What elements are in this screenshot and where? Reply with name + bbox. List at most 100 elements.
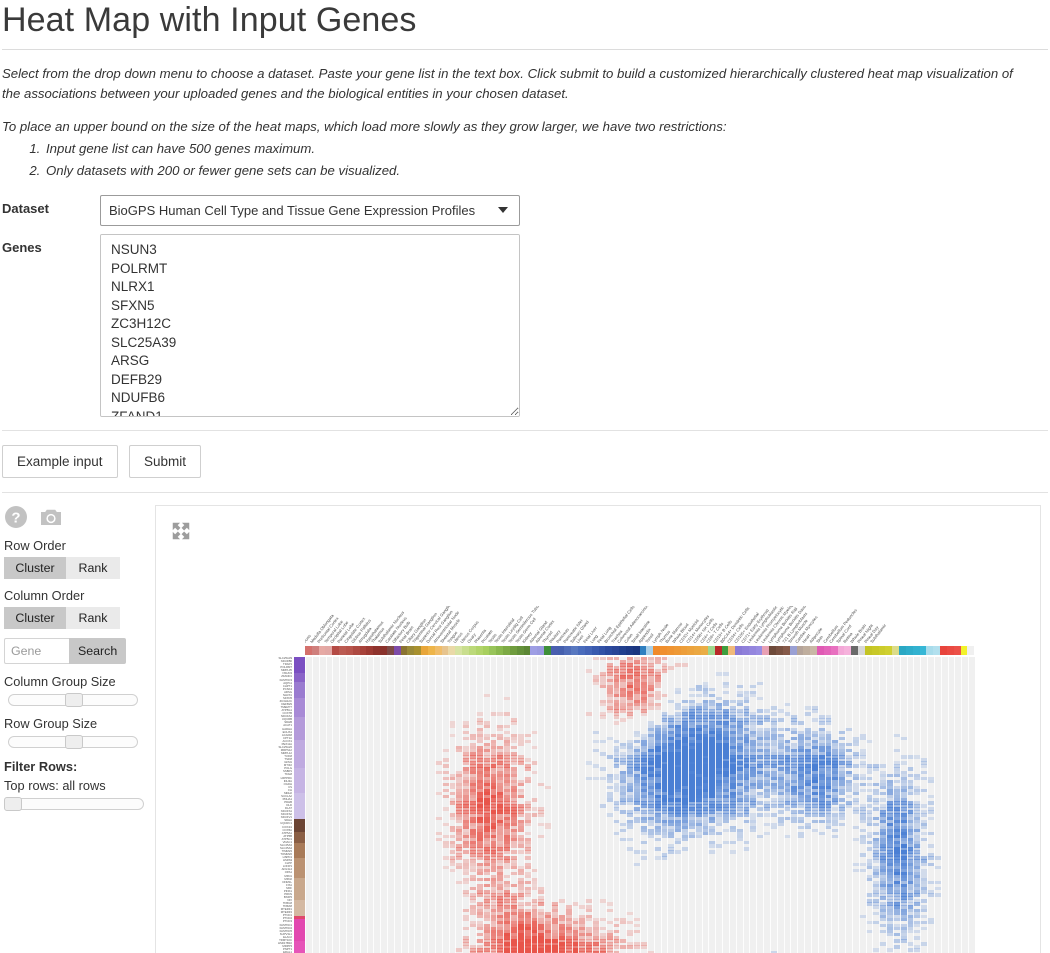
slider-knob[interactable] [65, 735, 83, 750]
column-group-size-slider[interactable] [8, 693, 138, 708]
column-group-swatch [714, 646, 722, 656]
slider-knob[interactable] [65, 693, 83, 708]
column-group-swatch [762, 646, 770, 656]
column-group-swatch [694, 646, 702, 656]
row-group-size-slider[interactable] [8, 735, 138, 750]
dataset-select[interactable]: BioGPS Human Cell Type and Tissue Gene E… [100, 195, 520, 227]
column-group-swatch [796, 646, 804, 656]
row-group-swatch [294, 657, 305, 673]
expand-arrows-icon[interactable] [170, 520, 192, 542]
row-order-label: Row Order [4, 538, 66, 554]
column-group-swatch [496, 646, 504, 656]
dataset-select-wrap: BioGPS Human Cell Type and Tissue Gene E… [100, 195, 520, 227]
column-group-swatch [421, 646, 428, 656]
genes-input[interactable] [100, 234, 520, 418]
column-group-swatch [687, 646, 695, 656]
search-button[interactable]: Search [69, 638, 127, 665]
row-group-swatch [294, 793, 305, 819]
column-group-swatch [735, 646, 742, 656]
filter-rows-label: Filter Rows: [4, 759, 78, 775]
column-group-swatch [345, 646, 353, 656]
row-group-swatch [294, 682, 305, 699]
button-row: Example input Submit [0, 431, 1050, 492]
column-group-swatch [646, 646, 654, 656]
column-group-swatch [810, 646, 818, 656]
gene-search-group: Search [4, 638, 150, 665]
camera-icon[interactable] [39, 505, 63, 529]
column-group-swatch [523, 646, 531, 656]
page-title: Heat Map with Input Genes [2, 1, 417, 39]
row-order-cluster-button[interactable]: Cluster [4, 557, 66, 580]
column-group-swatch [769, 646, 777, 656]
column-group-swatch [557, 646, 565, 656]
page-root: Heat Map with Input Genes Select from th… [0, 0, 1050, 953]
column-order-toggle: Cluster Rank [4, 607, 120, 630]
column-group-swatch [789, 646, 797, 656]
column-group-swatch [584, 646, 592, 656]
column-group-swatch [414, 646, 422, 656]
intro-paragraph: Select from the drop down menu to choose… [2, 66, 1013, 102]
column-group-swatch [926, 646, 934, 656]
top-rows-label: Top rows: all rows [4, 778, 106, 794]
column-group-swatch [482, 646, 490, 656]
row-group-swatch [294, 858, 305, 878]
column-group-swatch [680, 646, 688, 656]
column-group-swatch [325, 646, 333, 656]
column-group-swatch [899, 646, 906, 656]
dataset-label: Dataset [2, 201, 49, 217]
heatmap-row-color-bar [294, 657, 305, 953]
column-group-swatch [946, 646, 954, 656]
column-group-swatch [578, 646, 585, 656]
column-group-swatch [653, 646, 661, 656]
row-group-swatch [294, 698, 305, 718]
row-group-swatch [294, 842, 305, 859]
submit-button[interactable]: Submit [129, 445, 202, 479]
column-group-swatch [598, 646, 606, 656]
restriction-item: Input gene list can have 500 genes maxim… [44, 138, 1050, 159]
column-group-swatch [878, 646, 886, 656]
column-group-swatch [427, 646, 435, 656]
column-group-swatch [892, 646, 900, 656]
column-group-swatch [393, 646, 401, 656]
top-rows-slider[interactable] [4, 797, 144, 812]
row-group-swatch [294, 940, 305, 953]
column-group-swatch [625, 646, 633, 656]
restrictions-list: Input gene list can have 500 genes maxim… [0, 138, 1050, 181]
column-group-swatch [311, 646, 319, 656]
column-group-swatch [858, 646, 865, 656]
column-group-swatch [318, 646, 326, 656]
column-group-swatch [332, 646, 340, 656]
column-order-rank-button[interactable]: Rank [66, 607, 120, 630]
column-group-swatch [434, 646, 442, 656]
column-group-swatch [475, 646, 483, 656]
column-group-swatch [462, 646, 469, 656]
question-circle-icon[interactable]: ? [4, 505, 28, 529]
gene-search-input[interactable] [4, 638, 69, 665]
column-group-swatch [905, 646, 913, 656]
heatmap-column-labels: Pons Medulla Oblongata Prefrontal Cortex Te… [305, 606, 985, 644]
column-group-swatch [359, 646, 367, 656]
column-order-cluster-button[interactable]: Cluster [4, 607, 66, 630]
column-group-swatch [564, 646, 572, 656]
row-group-swatch [294, 877, 305, 900]
column-group-swatch [919, 646, 927, 656]
column-group-swatch [530, 646, 538, 656]
lower-region: ? Row Order Cluster Rank Column Order Cl… [0, 493, 1050, 953]
column-group-swatch [782, 646, 790, 656]
row-group-swatch [294, 672, 305, 683]
column-group-swatch [400, 646, 408, 656]
column-group-swatch [373, 646, 381, 656]
example-input-button[interactable]: Example input [2, 445, 118, 479]
restriction-item: Only datasets with 200 or fewer gene set… [44, 160, 1050, 181]
column-group-swatch [591, 646, 599, 656]
column-group-swatch [366, 646, 374, 656]
slider-knob[interactable] [4, 797, 22, 812]
column-group-swatch [632, 646, 640, 656]
column-order-label: Column Order [4, 588, 85, 604]
column-group-swatch [803, 646, 811, 656]
heatmap-grid[interactable] [305, 657, 975, 953]
column-group-swatch [305, 646, 312, 656]
row-group-swatch [294, 818, 305, 832]
row-order-rank-button[interactable]: Rank [66, 557, 120, 580]
row-group-swatch [294, 918, 305, 941]
